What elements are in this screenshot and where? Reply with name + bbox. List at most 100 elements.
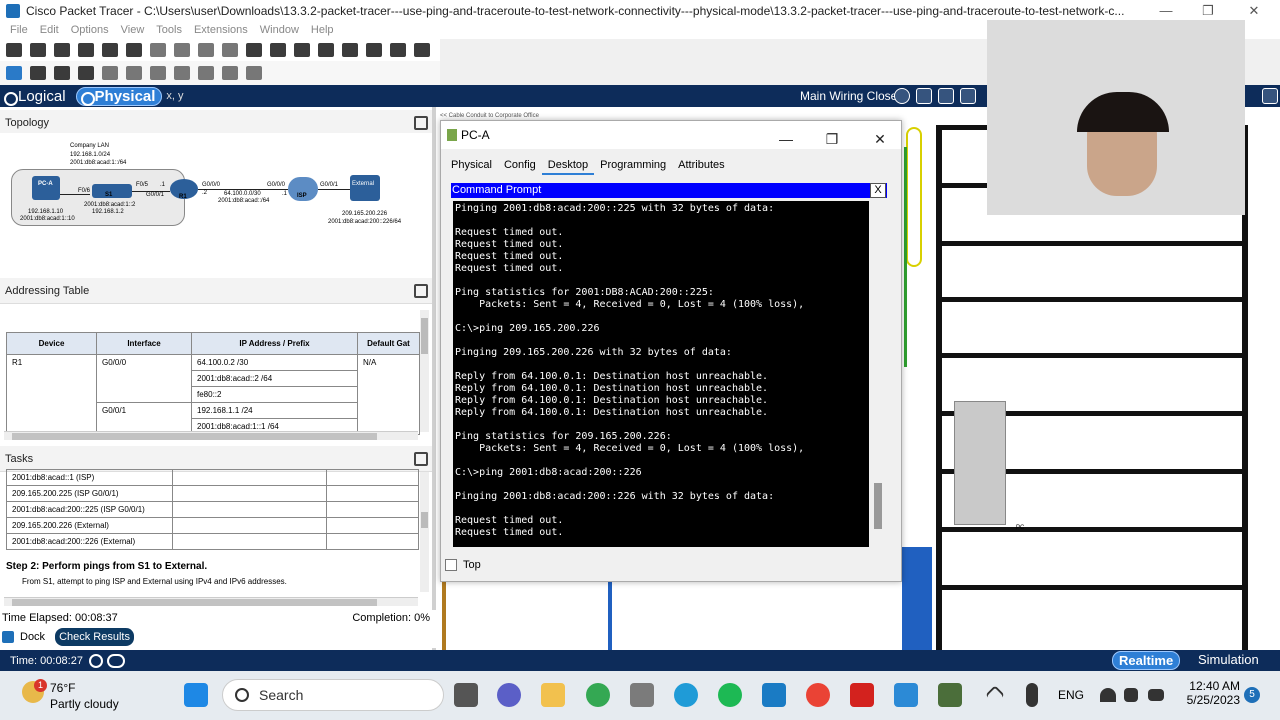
navigation-icon[interactable] (894, 88, 910, 104)
file-explorer-icon[interactable] (541, 683, 565, 707)
add-complex-pdu-icon[interactable] (246, 66, 262, 80)
menu-file[interactable]: File (4, 22, 34, 39)
dock-checkbox[interactable] (2, 631, 14, 643)
volume-icon[interactable] (1124, 688, 1138, 702)
chrome-profile-icon[interactable] (806, 683, 830, 707)
draw-rectangle-icon[interactable] (150, 66, 166, 80)
language-indicator[interactable]: ENG (1058, 688, 1084, 702)
back-icon[interactable] (916, 88, 932, 104)
terminal-output[interactable]: Pinging 2001:db8:acad:200::225 with 32 b… (453, 201, 869, 547)
menu-options[interactable]: Options (65, 22, 115, 39)
l-app-icon[interactable] (762, 683, 786, 707)
wifi-icon[interactable] (1100, 688, 1116, 702)
store-icon[interactable] (630, 683, 654, 707)
command-prompt-close-button[interactable]: X (870, 183, 886, 198)
zoom-out-icon[interactable] (294, 43, 310, 57)
screenshot-icon[interactable] (414, 43, 430, 57)
draw-ellipse-icon[interactable] (174, 66, 190, 80)
packet-tracer-taskbar-icon[interactable] (938, 683, 962, 707)
tasks-vscroll[interactable] (420, 472, 429, 592)
tab-config[interactable]: Config (498, 157, 542, 175)
addressing-vscroll[interactable] (420, 310, 429, 432)
windows-start-icon[interactable] (184, 683, 208, 707)
save-icon[interactable] (54, 43, 70, 57)
tab-programming[interactable]: Programming (594, 157, 672, 175)
inspect-icon[interactable] (30, 66, 46, 80)
tasks-hscroll[interactable] (4, 597, 418, 606)
maximize-button[interactable]: ❐ (817, 125, 847, 153)
minimize-button[interactable]: — (771, 125, 801, 153)
battery-icon[interactable] (1148, 689, 1164, 701)
tasks-table: 2001:db8:acad::1 (ISP) 209.165.200.225 (… (6, 469, 419, 550)
zoom-in-icon[interactable] (246, 43, 262, 57)
terminal-scrollbar[interactable] (871, 201, 887, 547)
menu-extensions[interactable]: Extensions (188, 22, 254, 39)
task-view-icon[interactable] (454, 683, 478, 707)
vscode-icon[interactable] (894, 683, 918, 707)
minimize-button[interactable]: — (1146, 0, 1186, 22)
new-cluster-icon[interactable] (960, 88, 976, 104)
home-icon[interactable] (1262, 88, 1278, 104)
addressing-hscroll[interactable] (4, 431, 418, 440)
undock-icon[interactable] (414, 116, 428, 130)
menu-window[interactable]: Window (254, 22, 305, 39)
notification-badge[interactable]: 5 (1244, 687, 1260, 703)
note-icon[interactable] (102, 66, 118, 80)
chevron-up-icon[interactable] (985, 685, 1005, 705)
microphone-icon[interactable] (1026, 683, 1038, 707)
copy-icon[interactable] (150, 43, 166, 57)
chrome-icon[interactable] (586, 683, 610, 707)
close-button[interactable]: ✕ (865, 125, 895, 153)
server-icon[interactable] (350, 175, 380, 201)
drawing-palette-icon[interactable] (318, 43, 334, 57)
activity-wizard-icon[interactable] (390, 43, 406, 57)
paste-icon[interactable] (174, 43, 190, 57)
realtime-mode-button[interactable]: Realtime (1112, 651, 1181, 670)
undock-icon[interactable] (414, 284, 428, 298)
power-cycle-icon[interactable] (88, 653, 103, 668)
tab-logical[interactable]: Logical (0, 88, 70, 106)
redo-icon[interactable] (222, 43, 238, 57)
custom-devices-icon[interactable] (342, 43, 358, 57)
tab-physical[interactable]: Physical (75, 86, 163, 106)
clock-time: 12:40 AM (1189, 679, 1240, 693)
info-icon[interactable] (102, 43, 118, 57)
resize-icon[interactable] (78, 66, 94, 80)
spotify-icon[interactable] (718, 683, 742, 707)
pdf-reader-icon[interactable] (850, 683, 874, 707)
new-file-icon[interactable] (6, 43, 22, 57)
pc-tower-icon[interactable] (954, 401, 1006, 525)
zoom-reset-icon[interactable] (270, 43, 286, 57)
menu-view[interactable]: View (115, 22, 151, 39)
menu-tools[interactable]: Tools (150, 22, 188, 39)
menu-edit[interactable]: Edit (34, 22, 65, 39)
scrollbar-thumb[interactable] (874, 483, 882, 529)
freeform-icon[interactable] (198, 66, 214, 80)
pc-icon[interactable] (32, 176, 60, 200)
print-icon[interactable] (78, 43, 94, 57)
teams-icon[interactable] (497, 683, 521, 707)
clock[interactable]: 12:40 AM 5/25/2023 (1178, 679, 1240, 707)
new-rack-icon[interactable] (938, 88, 954, 104)
undock-icon[interactable] (414, 452, 428, 466)
top-checkbox[interactable] (445, 559, 457, 571)
check-results-button[interactable]: Check Results (55, 628, 134, 646)
draw-line-icon[interactable] (126, 66, 142, 80)
tab-physical[interactable]: Physical (445, 157, 498, 175)
network-info-icon[interactable] (126, 43, 142, 57)
open-file-icon[interactable] (30, 43, 46, 57)
add-pdu-icon[interactable] (222, 66, 238, 80)
tab-desktop[interactable]: Desktop (541, 157, 595, 175)
fast-forward-icon[interactable] (106, 653, 125, 668)
simulation-mode-button[interactable]: Simulation (1198, 652, 1259, 667)
menu-help[interactable]: Help (305, 22, 340, 39)
tab-attributes[interactable]: Attributes (672, 157, 730, 175)
close-button[interactable]: ✕ (1234, 0, 1274, 22)
notes-icon[interactable] (366, 43, 382, 57)
taskbar-search[interactable]: Search (222, 679, 444, 711)
select-icon[interactable] (6, 66, 22, 80)
maximize-button[interactable]: ❐ (1188, 0, 1228, 22)
delete-icon[interactable] (54, 66, 70, 80)
undo-icon[interactable] (198, 43, 214, 57)
edge-icon[interactable] (674, 683, 698, 707)
